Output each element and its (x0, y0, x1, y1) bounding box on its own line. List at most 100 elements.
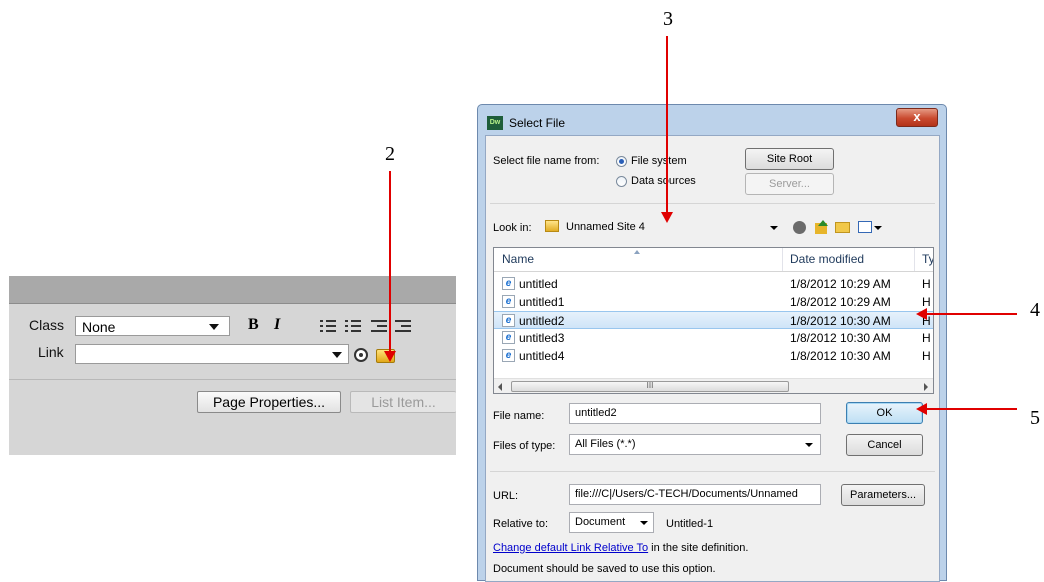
horizontal-scrollbar[interactable]: III (494, 378, 933, 393)
html-file-icon: e (502, 314, 515, 327)
scroll-thumb[interactable]: III (511, 381, 789, 392)
annotation-arrowhead (384, 351, 396, 362)
page-properties-button[interactable]: Page Properties... (197, 391, 341, 413)
file-name: untitled2 (519, 314, 565, 328)
file-name-input[interactable]: untitled2 (569, 403, 821, 424)
file-name-label: File name: (493, 410, 545, 422)
link-field[interactable] (75, 344, 349, 364)
select-file-dialog: Dw Select File x Select file name from: … (477, 104, 947, 582)
select-from-label: Select file name from: (493, 155, 600, 167)
annotation-arrowhead (661, 212, 673, 223)
save-note: Document should be saved to use this opt… (493, 563, 716, 575)
annotation-arrow-5 (925, 408, 1017, 410)
html-file-icon: e (502, 295, 515, 308)
site-root-button[interactable]: Site Root (745, 148, 834, 170)
files-of-type-label: Files of type: (493, 440, 556, 452)
folder-icon (545, 220, 559, 232)
html-file-icon: e (502, 277, 515, 290)
html-file-icon: e (502, 331, 515, 344)
cancel-button[interactable]: Cancel (846, 434, 923, 456)
files-of-type-select[interactable]: All Files (*.*) (569, 434, 821, 455)
indent-icon[interactable] (395, 320, 411, 332)
radio-data-sources[interactable] (616, 176, 627, 187)
column-date-modified[interactable]: Date modified (790, 252, 864, 266)
separator (490, 471, 935, 472)
up-folder-icon[interactable] (813, 220, 828, 234)
close-button[interactable]: x (896, 108, 938, 127)
scroll-left-icon[interactable] (498, 383, 502, 391)
column-type[interactable]: Ty (922, 252, 933, 266)
class-label: Class (29, 317, 65, 333)
file-type: H (922, 277, 931, 291)
url-input-value: file:///C|/Users/C-TECH/Documents/Unname… (575, 488, 798, 500)
annotation-arrow-4 (925, 313, 1017, 315)
dialog-title: Select File (509, 116, 566, 130)
relative-document-name: Untitled-1 (666, 518, 714, 530)
parameters-button[interactable]: Parameters... (841, 484, 925, 506)
back-icon[interactable] (793, 221, 806, 234)
look-in-label: Look in: (493, 222, 532, 234)
file-date: 1/8/2012 10:29 AM (790, 295, 891, 309)
italic-button[interactable]: I (274, 316, 280, 334)
radio-data-sources-label: Data sources (631, 175, 696, 187)
annotation-arrow-2 (389, 171, 391, 356)
separator (490, 203, 935, 204)
chevron-down-icon (770, 226, 778, 230)
file-row-selected[interactable]: e untitled2 1/8/2012 10:30 AM H (494, 311, 933, 329)
chevron-down-icon (874, 226, 882, 230)
class-select-value: None (82, 319, 116, 335)
relative-to-label: Relative to: (493, 518, 549, 530)
file-list-header: Name Date modified Ty (494, 248, 933, 272)
radio-file-system[interactable] (616, 156, 627, 167)
link-label: Link (38, 344, 64, 360)
change-default-link[interactable]: Change default Link Relative To (493, 542, 648, 554)
outdent-icon[interactable] (371, 320, 387, 332)
relative-to-select[interactable]: Document (569, 512, 654, 533)
sort-ascending-icon (634, 250, 640, 254)
relative-to-value: Document (575, 516, 626, 528)
file-name: untitled1 (519, 295, 565, 309)
file-list[interactable]: Name Date modified Ty e untitled 1/8/201… (493, 247, 934, 394)
change-link-text: Change default Link Relative To in the s… (493, 542, 748, 554)
class-select[interactable]: None (75, 316, 230, 336)
chevron-down-icon (805, 443, 813, 447)
view-menu-icon[interactable] (858, 221, 872, 233)
look-in-value: Unnamed Site 4 (566, 221, 645, 233)
column-divider (782, 248, 783, 271)
annotation-3: 3 (663, 8, 673, 30)
column-divider (914, 248, 915, 271)
html-file-icon: e (502, 349, 515, 362)
file-row[interactable]: e untitled3 1/8/2012 10:30 AM H (494, 329, 933, 347)
dreamweaver-logo: Dw (487, 116, 503, 130)
list-item-button[interactable]: List Item... (350, 391, 456, 413)
unordered-list-icon[interactable] (320, 320, 336, 332)
server-button[interactable]: Server... (745, 173, 834, 195)
ordered-list-icon[interactable] (345, 320, 361, 332)
divider (9, 379, 456, 380)
file-date: 1/8/2012 10:30 AM (790, 331, 891, 345)
point-to-file-icon[interactable] (354, 348, 368, 362)
radio-file-system-label: File system (631, 155, 687, 167)
chevron-down-icon (209, 324, 219, 330)
file-name: untitled (519, 277, 558, 291)
annotation-2: 2 (385, 143, 395, 165)
file-row[interactable]: e untitled4 1/8/2012 10:30 AM H (494, 347, 933, 365)
annotation-arrowhead (916, 308, 927, 320)
dialog-body: Select file name from: File system Data … (485, 135, 940, 582)
scroll-right-icon[interactable] (924, 383, 928, 391)
file-date: 1/8/2012 10:30 AM (790, 314, 891, 328)
bold-button[interactable]: B (248, 316, 259, 334)
new-folder-icon[interactable] (835, 222, 850, 233)
file-row[interactable]: e untitled1 1/8/2012 10:29 AM H (494, 293, 933, 311)
annotation-5: 5 (1030, 407, 1040, 429)
file-row[interactable]: e untitled 1/8/2012 10:29 AM H (494, 275, 933, 293)
column-name[interactable]: Name (502, 252, 534, 266)
url-input[interactable]: file:///C|/Users/C-TECH/Documents/Unname… (569, 484, 821, 505)
annotation-4: 4 (1030, 299, 1040, 321)
file-type: H (922, 331, 931, 345)
file-type: H (922, 349, 931, 363)
url-label: URL: (493, 490, 519, 502)
ok-button[interactable]: OK (846, 402, 923, 424)
annotation-arrowhead (916, 403, 927, 415)
change-link-suffix: in the site definition. (648, 542, 749, 554)
